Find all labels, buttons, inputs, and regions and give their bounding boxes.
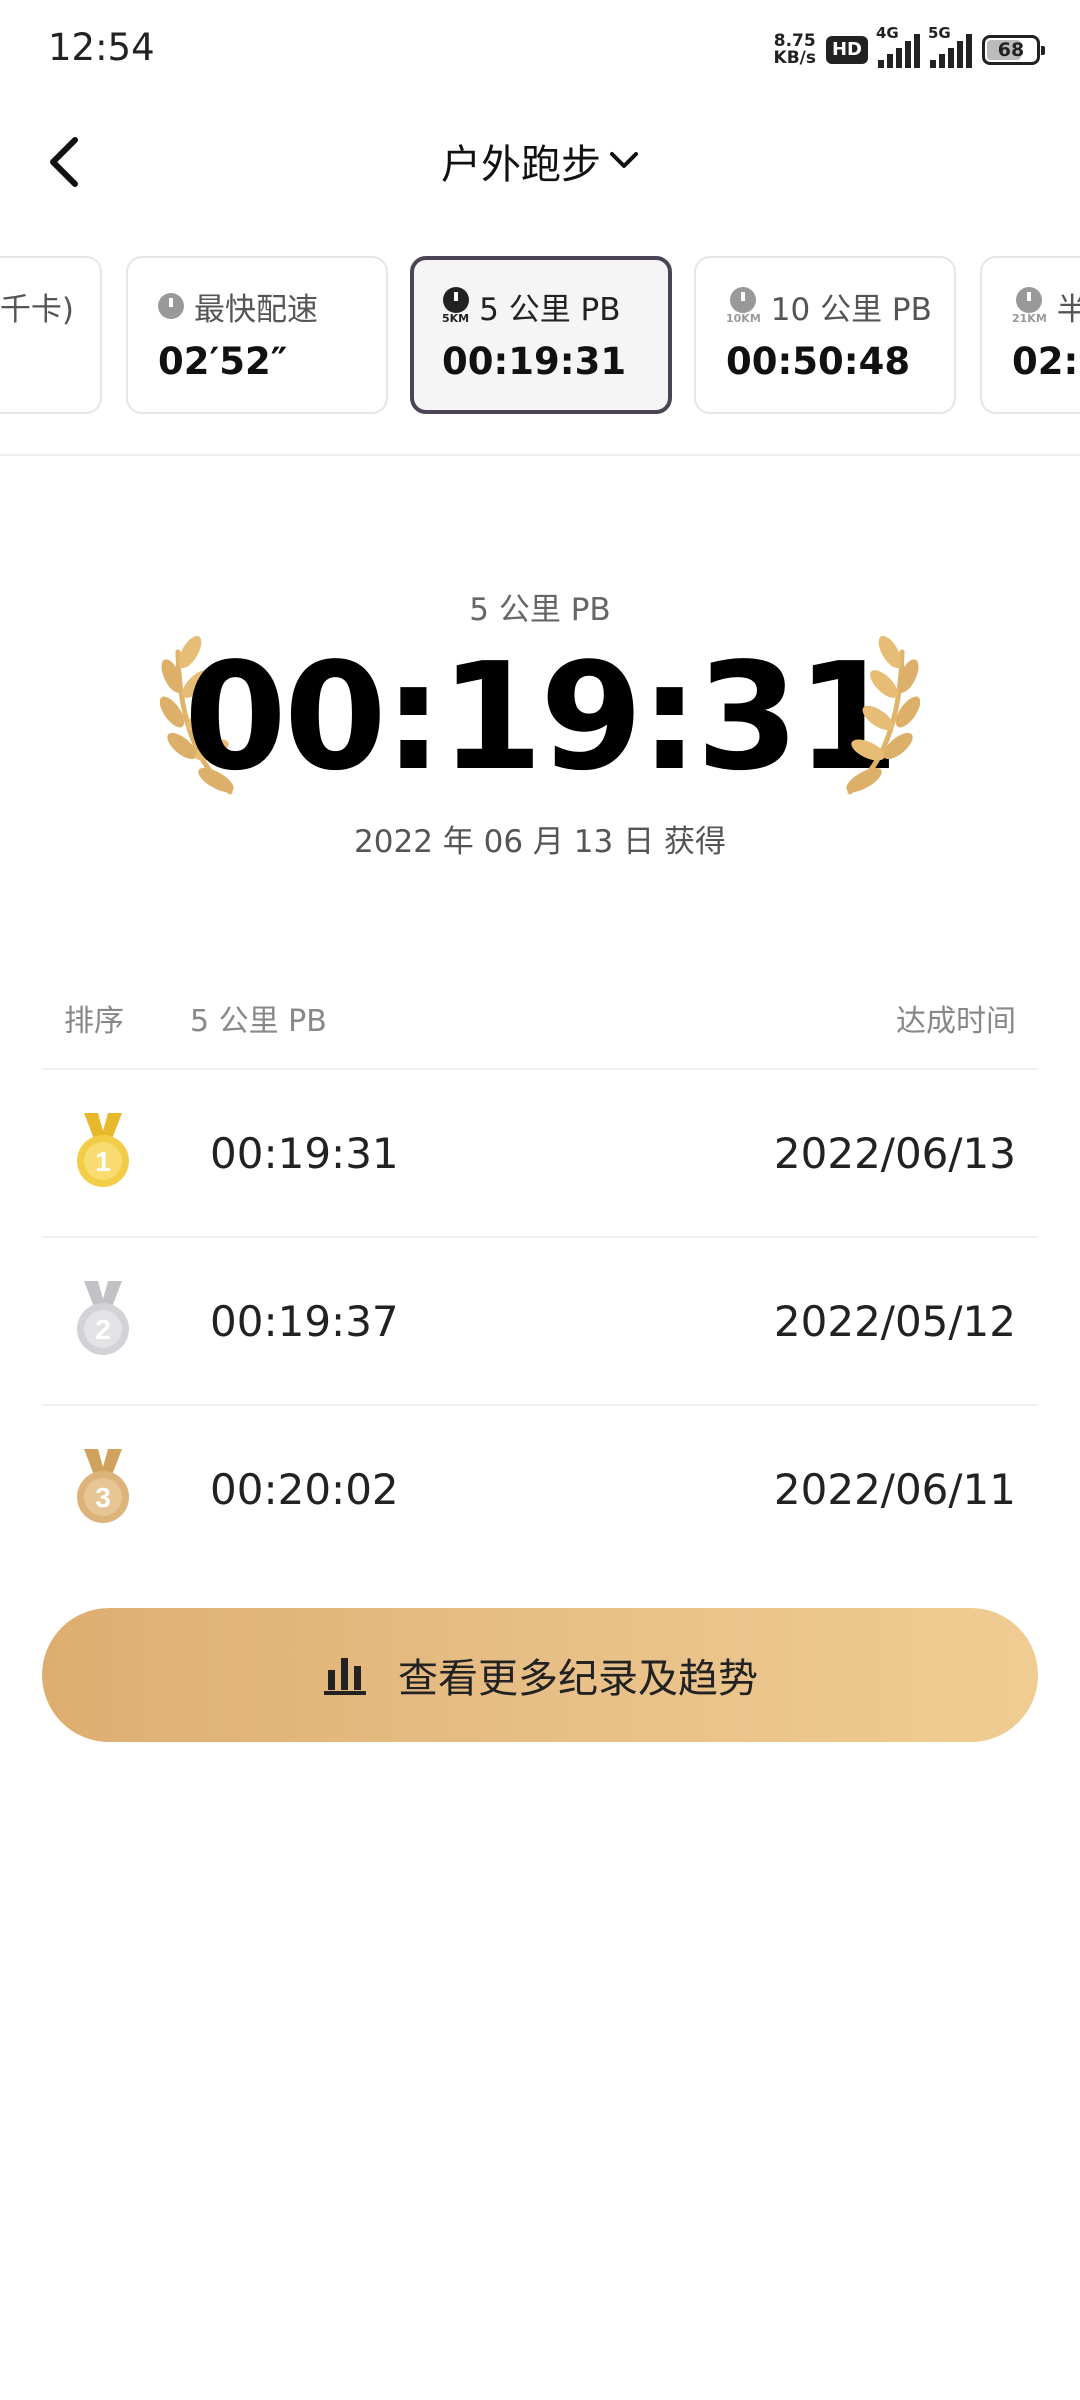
table-row[interactable]: 1 00:19:31 2022/06/13	[42, 1068, 1038, 1236]
header-value: 5 公里 PB	[190, 1004, 327, 1039]
bronze-medal-icon: 3	[77, 1449, 129, 1523]
bar-chart-icon	[324, 1658, 366, 1695]
tab-value: 02′52″	[158, 340, 288, 383]
signal-4g-icon: 4G	[876, 24, 920, 68]
svg-text:1: 1	[95, 1146, 111, 1177]
view-more-records-button[interactable]: 查看更多纪录及趋势	[42, 1608, 1038, 1742]
tab-label: 最快配速	[194, 291, 318, 328]
sport-type-selector[interactable]: 户外跑步	[0, 132, 1080, 190]
status-time: 12:54	[48, 26, 155, 69]
tab-label: 10 公里 PB	[770, 291, 932, 328]
tab-value: 02:2	[1012, 340, 1080, 383]
laurel-right-icon	[846, 635, 920, 795]
svg-text:3: 3	[95, 1482, 111, 1513]
network-speed: 8.75 KB/s	[774, 33, 816, 67]
rank-date: 2022/06/11	[773, 1464, 1016, 1514]
tab-value: 00:19:31	[442, 340, 627, 383]
tab-5km-pb[interactable]: 5KM 5 公里 PB 00:19:31	[410, 256, 672, 414]
stopwatch-icon	[158, 293, 184, 319]
10km-icon: 10KM	[726, 287, 761, 325]
record-tabs: 千卡) 最快配速 02′52″ 5KM 5 公里 PB 00:19:31 10K…	[0, 256, 1080, 418]
silver-medal-icon: 2	[77, 1281, 129, 1355]
tab-half-marathon-pb[interactable]: 21KM 半 02:2	[980, 256, 1080, 414]
chevron-down-icon	[610, 152, 638, 168]
rank-value: 00:19:37	[210, 1296, 399, 1346]
hd-voice-icon: HD	[825, 36, 868, 64]
rank-value: 00:20:02	[210, 1464, 399, 1514]
gold-medal-icon: 1	[77, 1113, 129, 1187]
5km-icon: 5KM	[442, 287, 469, 325]
signal-5g-icon: 5G	[928, 24, 972, 68]
tab-10km-pb[interactable]: 10KM 10 公里 PB 00:50:48	[694, 256, 956, 414]
status-icons: 8.75 KB/s HD 4G 5G 68	[774, 24, 1045, 72]
svg-text:2: 2	[95, 1314, 111, 1345]
tab-label: 5 公里 PB	[479, 291, 621, 328]
signal-5g-tag: 5G	[928, 24, 951, 42]
tab-value: 00:50:48	[726, 340, 911, 383]
ranking-header: 排序 5 公里 PB 达成时间	[42, 988, 1038, 1048]
tab-fastest-pace[interactable]: 最快配速 02′52″	[126, 256, 388, 414]
rank-date: 2022/05/12	[773, 1296, 1016, 1346]
status-bar: 12:54 8.75 KB/s HD 4G 5G 68	[0, 0, 1080, 100]
battery-level: 68	[997, 39, 1025, 61]
hero-label: 5 公里 PB	[469, 592, 611, 628]
table-row[interactable]: 3 00:20:02 2022/06/11	[42, 1404, 1038, 1572]
network-speed-unit: KB/s	[773, 48, 816, 68]
tab-label: 千卡)	[0, 291, 74, 328]
tab-calories[interactable]: 千卡)	[0, 256, 102, 414]
rank-value: 00:19:31	[210, 1128, 399, 1178]
header-rank: 排序	[64, 1004, 124, 1039]
tab-label: 半	[1056, 291, 1080, 328]
signal-4g-tag: 4G	[876, 24, 899, 42]
21km-icon: 21KM	[1012, 287, 1047, 325]
table-row[interactable]: 2 00:19:37 2022/05/12	[42, 1236, 1038, 1404]
battery-icon: 68	[982, 35, 1045, 65]
view-more-records-label: 查看更多纪录及趋势	[398, 1656, 758, 1702]
page-title: 户外跑步	[441, 142, 601, 188]
hero-date: 2022 年 06 月 13 日 获得	[354, 824, 726, 860]
rank-date: 2022/06/13	[773, 1128, 1016, 1178]
tabs-divider	[0, 454, 1080, 456]
header-date: 达成时间	[896, 1004, 1016, 1039]
